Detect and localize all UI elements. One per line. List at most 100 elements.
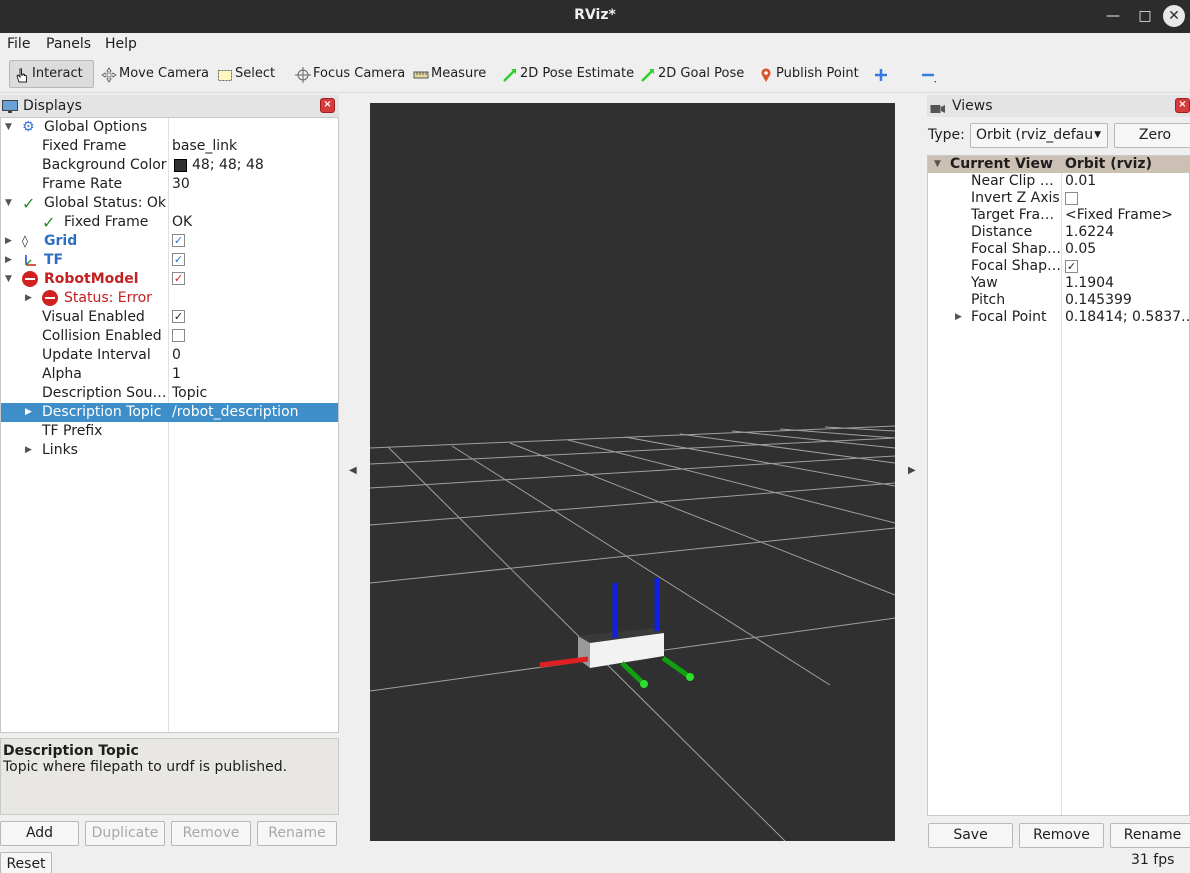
rename-display-button[interactable]: Rename [257, 821, 337, 846]
prop-near-clip[interactable]: Near Clip … 0.01 [928, 173, 1190, 190]
background-color-label: Background Color [42, 157, 167, 173]
description-topic-value[interactable]: /robot_description [172, 403, 299, 422]
menu-panels[interactable]: Panels [46, 36, 91, 52]
pitch-value[interactable]: 0.145399 [1065, 292, 1132, 309]
collision-enabled-checkbox[interactable] [172, 329, 185, 342]
yaw-value[interactable]: 1.1904 [1065, 275, 1114, 292]
minimize-icon[interactable]: — [1101, 4, 1125, 28]
alpha-value[interactable]: 1 [172, 365, 181, 384]
collapse-arrow-icon[interactable]: ▶ [5, 251, 15, 270]
tree-row-status-error[interactable]: ▶ Status: Error [1, 289, 338, 308]
near-clip-value[interactable]: 0.01 [1065, 173, 1096, 190]
description-source-value[interactable]: Topic [172, 384, 207, 403]
2d-pose-estimate-tool-button[interactable]: 2D Pose Estimate [498, 60, 638, 88]
collapse-arrow-icon[interactable]: ▶ [25, 289, 35, 308]
move-camera-tool-button[interactable]: Move Camera [97, 60, 213, 88]
tree-row-alpha[interactable]: Alpha 1 [1, 365, 338, 384]
remove-display-button[interactable]: Remove [171, 821, 251, 846]
prop-target-frame[interactable]: Target Fra… <Fixed Frame> [928, 207, 1190, 224]
3d-viewport[interactable] [369, 103, 896, 842]
publish-point-tool-button[interactable]: Publish Point [754, 60, 863, 88]
remove-view-button[interactable]: Remove [1019, 823, 1104, 848]
alpha-label: Alpha [42, 366, 82, 382]
prop-distance[interactable]: Distance 1.6224 [928, 224, 1190, 241]
menu-bar: File Panels Help [0, 33, 1190, 55]
remove-tool-button[interactable] [916, 60, 942, 88]
prop-pitch[interactable]: Pitch 0.145399 [928, 292, 1190, 309]
displays-close-icon[interactable]: × [320, 98, 335, 113]
tree-row-description-topic[interactable]: ▶ Description Topic /robot_description [1, 403, 338, 422]
close-icon[interactable]: ✕ [1163, 5, 1185, 27]
tree-row-status-fixed-frame[interactable]: ✓ Fixed Frame OK [1, 213, 338, 232]
select-tool-button[interactable]: Select [213, 60, 279, 88]
collapse-right-icon[interactable]: ▶ [908, 465, 916, 476]
collapse-arrow-icon[interactable]: ▶ [955, 309, 965, 326]
tree-row-update-interval[interactable]: Update Interval 0 [1, 346, 338, 365]
tree-row-description-source[interactable]: Description Sou… Topic [1, 384, 338, 403]
tree-row-background-color[interactable]: Background Color 48; 48; 48 [1, 156, 338, 175]
pose-arrow-icon [502, 66, 518, 82]
visual-enabled-checkbox[interactable]: ✓ [172, 310, 185, 323]
focal-point-value[interactable]: 0.18414; 0.5837… [1065, 309, 1190, 326]
visual-enabled-label: Visual Enabled [42, 309, 145, 325]
collapse-arrow-icon[interactable]: ▶ [5, 232, 15, 251]
expand-arrow-icon[interactable]: ▼ [5, 194, 15, 213]
focal-shape-size-value[interactable]: 0.05 [1065, 241, 1096, 258]
collapse-left-icon[interactable]: ◀ [349, 465, 357, 476]
tree-row-global-status[interactable]: ▼ ✓ Global Status: Ok [1, 194, 338, 213]
prop-invert-z-axis[interactable]: Invert Z Axis [928, 190, 1190, 207]
prop-focal-shape-size[interactable]: Focal Shap… 0.05 [928, 241, 1190, 258]
tf-prefix-label: TF Prefix [42, 423, 103, 439]
reset-button[interactable]: Reset [0, 852, 52, 873]
tree-row-global-options[interactable]: ▼ ⚙ Global Options [1, 118, 338, 137]
tree-row-tf[interactable]: ▶ TF ✓ [1, 251, 338, 270]
distance-value[interactable]: 1.6224 [1065, 224, 1114, 241]
maximize-icon[interactable]: □ [1133, 4, 1157, 28]
expand-arrow-icon[interactable]: ▼ [5, 270, 15, 289]
grid-checkbox[interactable]: ✓ [172, 234, 185, 247]
fixed-frame-value[interactable]: base_link [172, 137, 237, 156]
status-error-label: Status: Error [64, 290, 152, 306]
prop-yaw[interactable]: Yaw 1.1904 [928, 275, 1190, 292]
tree-row-visual-enabled[interactable]: Visual Enabled ✓ [1, 308, 338, 327]
color-swatch[interactable] [174, 159, 187, 172]
menu-file[interactable]: File [7, 36, 30, 52]
focus-camera-tool-button[interactable]: Focus Camera [291, 60, 409, 88]
prop-focal-point[interactable]: ▶ Focal Point 0.18414; 0.5837… [928, 309, 1190, 326]
displays-panel-header: Displays × [0, 95, 339, 117]
duplicate-display-button[interactable]: Duplicate [85, 821, 165, 846]
tree-row-frame-rate[interactable]: Frame Rate 30 [1, 175, 338, 194]
tree-row-tf-prefix[interactable]: TF Prefix [1, 422, 338, 441]
invert-z-axis-checkbox[interactable] [1065, 192, 1078, 205]
tf-checkbox[interactable]: ✓ [172, 253, 185, 266]
expand-arrow-icon[interactable]: ▼ [5, 118, 15, 137]
tree-row-fixed-frame[interactable]: Fixed Frame base_link [1, 137, 338, 156]
update-interval-value[interactable]: 0 [172, 346, 181, 365]
focal-shape-fixed-checkbox[interactable]: ✓ [1065, 260, 1078, 273]
tree-row-robotmodel[interactable]: ▼ RobotModel ✓ [1, 270, 338, 289]
target-frame-value[interactable]: <Fixed Frame> [1065, 207, 1173, 224]
tree-row-links[interactable]: ▶ Links [1, 441, 338, 460]
rename-view-button[interactable]: Rename [1110, 823, 1190, 848]
tree-row-collision-enabled[interactable]: Collision Enabled [1, 327, 338, 346]
frame-rate-value[interactable]: 30 [172, 175, 190, 194]
2d-goal-pose-tool-button[interactable]: 2D Goal Pose [636, 60, 748, 88]
interact-tool-button[interactable]: Interact [9, 60, 94, 88]
displays-tree: ▼ ⚙ Global Options Fixed Frame base_link… [0, 117, 339, 733]
background-color-value[interactable]: 48; 48; 48 [192, 156, 264, 175]
add-tool-button[interactable] [869, 60, 895, 88]
save-view-button[interactable]: Save [928, 823, 1013, 848]
current-view-row[interactable]: ▼ Current View Orbit (rviz) [928, 156, 1190, 173]
collapse-arrow-icon[interactable]: ▶ [25, 403, 35, 422]
robotmodel-checkbox[interactable]: ✓ [172, 272, 185, 285]
collapse-arrow-icon[interactable]: ▶ [25, 441, 35, 460]
menu-help[interactable]: Help [105, 36, 137, 52]
view-type-select[interactable]: Orbit (rviz_defau ▼ [970, 123, 1108, 148]
prop-focal-shape-fixed[interactable]: Focal Shap… ✓ [928, 258, 1190, 275]
expand-arrow-icon[interactable]: ▼ [934, 156, 944, 173]
views-close-icon[interactable]: × [1175, 98, 1190, 113]
zero-button[interactable]: Zero [1114, 123, 1190, 148]
add-display-button[interactable]: Add [0, 821, 79, 846]
measure-tool-button[interactable]: Measure [409, 60, 490, 88]
tree-row-grid[interactable]: ▶ ◊ Grid ✓ [1, 232, 338, 251]
